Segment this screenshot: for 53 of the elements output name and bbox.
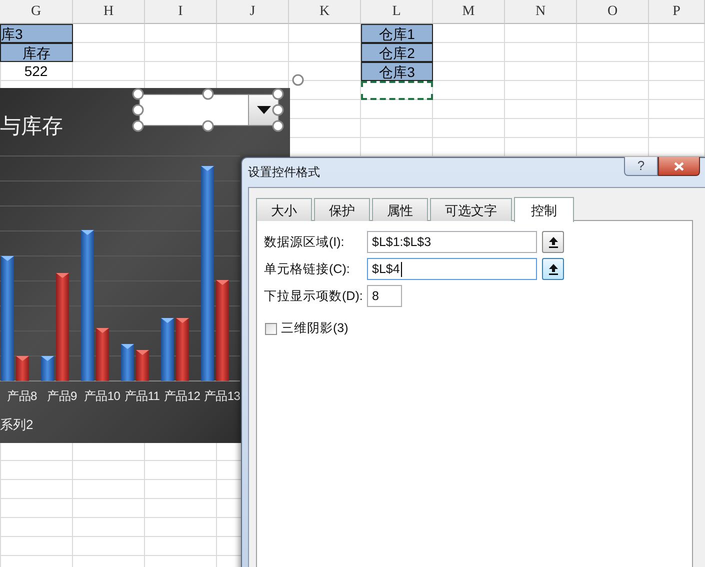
up-arrow-icon — [548, 236, 558, 248]
close-button[interactable] — [658, 157, 700, 176]
input-field[interactable]: 8 — [367, 285, 402, 307]
tab[interactable]: 控制 — [514, 197, 574, 222]
bar — [41, 356, 54, 381]
tab[interactable]: 可选文字 — [430, 198, 512, 221]
field-label: 数据源区域(I): — [264, 234, 346, 250]
chart-title: 与库存 — [0, 113, 63, 140]
column-header[interactable]: H — [73, 0, 145, 24]
table-cell: 库存 — [0, 43, 73, 62]
axis-label: 产品8 — [6, 388, 38, 405]
field-label: 单元格链接(C): — [264, 260, 351, 278]
bar — [176, 318, 189, 381]
column-header[interactable]: P — [649, 0, 705, 24]
column-header[interactable]: G — [0, 0, 73, 24]
axis-label: 产品10 — [82, 388, 122, 405]
axis-label: 产品11 — [123, 388, 161, 405]
collapse-button[interactable] — [542, 258, 564, 280]
checkbox[interactable] — [265, 322, 277, 334]
collapse-button[interactable] — [542, 231, 564, 253]
close-icon — [674, 162, 684, 170]
column-header[interactable]: O — [577, 0, 649, 24]
column-header[interactable]: N — [505, 0, 577, 24]
table-cell: 库3 — [0, 24, 73, 43]
bar — [136, 350, 149, 381]
column-header[interactable]: K — [289, 0, 361, 24]
tab[interactable]: 大小 — [256, 198, 312, 221]
table-cell: 仓库2 — [361, 43, 433, 62]
legend-label: 系列2 — [0, 416, 34, 434]
table-cell: 仓库1 — [361, 24, 433, 43]
column-header[interactable]: M — [433, 0, 505, 24]
bar — [161, 318, 174, 381]
dropdown-arrow-icon — [256, 106, 270, 114]
column-header[interactable]: I — [145, 0, 217, 24]
bar — [121, 344, 134, 381]
input-field[interactable]: $L$1:$L$3 — [367, 231, 537, 253]
axis-label: 产品12 — [162, 388, 202, 405]
table-cell: 仓库3 — [361, 62, 433, 81]
column-header[interactable]: L — [361, 0, 433, 24]
axis-label: 产品9 — [46, 388, 78, 405]
up-arrow-icon — [548, 264, 558, 274]
bar — [16, 356, 29, 381]
axis-label: 产品13 — [202, 388, 242, 405]
tab[interactable]: 保护 — [314, 198, 370, 221]
dialog-title: 设置控件格式 — [248, 164, 320, 181]
tab[interactable]: 属性 — [372, 198, 428, 221]
bar — [96, 328, 109, 381]
field-label: 下拉显示项数(D): — [264, 288, 364, 304]
table-cell: 522 — [0, 62, 73, 81]
column-header[interactable]: J — [217, 0, 289, 24]
help-button[interactable]: ? — [624, 157, 658, 176]
input-field[interactable]: $L$4 — [367, 258, 537, 280]
checkbox-label: 三维阴影(3) — [281, 320, 348, 337]
